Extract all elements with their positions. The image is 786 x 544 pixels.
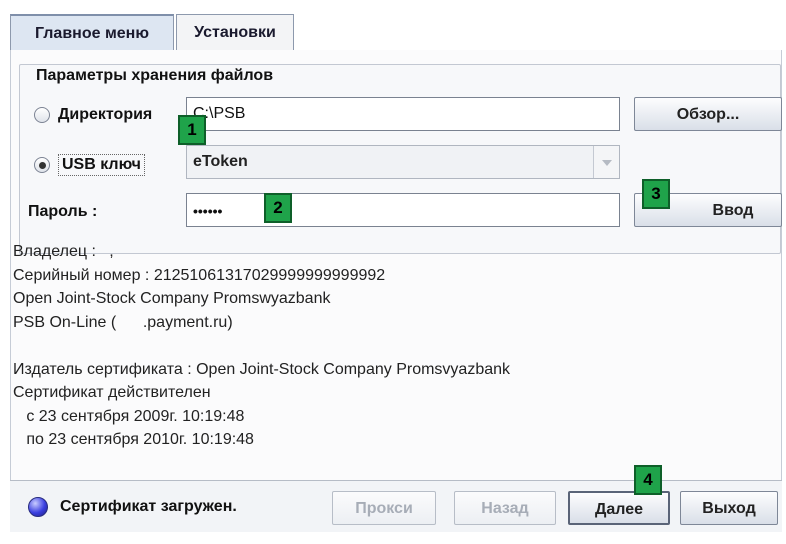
cert-line: Серийный номер : 21251061317029999999999… bbox=[13, 266, 386, 284]
browse-button[interactable]: Обзор... bbox=[634, 97, 782, 131]
directory-radio[interactable] bbox=[34, 107, 50, 123]
usb-label: USB ключ bbox=[58, 154, 145, 176]
callout-badge-2: 2 bbox=[264, 193, 292, 223]
proxy-button[interactable]: Прокси bbox=[332, 491, 436, 525]
directory-field[interactable]: C:\PSB bbox=[186, 97, 620, 131]
password-label: Пароль : bbox=[28, 203, 98, 220]
status-text: Сертификат загружен. bbox=[60, 498, 237, 515]
back-button[interactable]: Назад bbox=[454, 491, 556, 525]
status-indicator-icon bbox=[28, 497, 48, 517]
password-field[interactable]: •••••• bbox=[186, 193, 620, 227]
cert-line: с 23 сентября 2009г. 10:19:48 bbox=[13, 407, 245, 425]
directory-label: Директория bbox=[58, 106, 153, 123]
cert-line: Издатель сертификата : Open Joint-Stock … bbox=[13, 360, 511, 378]
certificate-info: Владелец : , Серийный номер : 2125106131… bbox=[13, 240, 779, 480]
status-bar: Сертификат загружен. Прокси Назад Далее … bbox=[10, 465, 782, 532]
main-panel: Параметры хранения файлов Директория C:\… bbox=[10, 50, 782, 488]
usb-radio[interactable] bbox=[34, 157, 50, 173]
exit-button[interactable]: Выход bbox=[680, 491, 778, 525]
usb-key-value: eToken bbox=[193, 153, 248, 170]
callout-badge-4: 4 bbox=[634, 465, 662, 495]
cert-line: Владелец : , bbox=[13, 243, 114, 260]
callout-badge-3: 3 bbox=[642, 179, 670, 209]
next-button[interactable]: Далее bbox=[568, 491, 670, 525]
tab-settings[interactable]: Установки bbox=[176, 14, 294, 50]
file-storage-group: Параметры хранения файлов Директория C:\… bbox=[19, 64, 782, 254]
usb-option[interactable]: USB ключ bbox=[34, 154, 145, 176]
cert-line: PSB On-Line ( .payment.ru) bbox=[13, 313, 233, 331]
cert-line: Open Joint-Stock Company Promswyazbank bbox=[13, 290, 331, 307]
usb-key-select[interactable]: eToken bbox=[186, 145, 620, 179]
cert-line bbox=[13, 334, 779, 358]
directory-option[interactable]: Директория bbox=[34, 106, 152, 124]
cert-line: Сертификат действителен bbox=[13, 384, 211, 401]
tab-main-menu[interactable]: Главное меню bbox=[10, 14, 174, 50]
group-title: Параметры хранения файлов bbox=[32, 67, 278, 85]
callout-badge-1: 1 bbox=[178, 115, 206, 145]
cert-line: по 23 сентября 2010г. 10:19:48 bbox=[13, 431, 254, 448]
chevron-down-icon[interactable] bbox=[593, 146, 619, 178]
app-window: Главное меню Установки Параметры хранени… bbox=[6, 8, 782, 540]
